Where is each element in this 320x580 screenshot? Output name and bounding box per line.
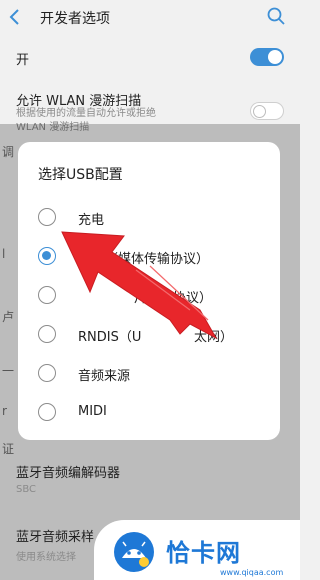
toggle-knob (268, 50, 282, 64)
bt-sample-label: 蓝牙音频采样 (16, 530, 95, 545)
android-logo-icon (114, 532, 154, 572)
toggle-knob (253, 104, 266, 118)
watermark-brand: 恰卡网 (166, 539, 241, 567)
watermark-url: www.qiqaa.com (220, 568, 284, 577)
dialog-title: 选择USB配置 (38, 167, 123, 183)
partial-text: 一 (2, 364, 15, 378)
partial-text: 卢 (2, 310, 15, 324)
radio-button[interactable] (38, 364, 56, 382)
bt-sample-sub: 使用系统选择 (16, 552, 76, 563)
usb-option-midi[interactable]: MIDI (18, 395, 280, 431)
radio-button[interactable] (38, 403, 56, 421)
chevron-left-icon[interactable] (8, 9, 22, 25)
page-title: 开发者选项 (40, 11, 110, 27)
partial-text: 调 (2, 145, 15, 159)
partial-text: l (2, 247, 6, 261)
top-bar: 开发者选项 (0, 0, 300, 34)
partial-text: r (2, 404, 7, 418)
master-toggle-label: 开 (16, 53, 30, 68)
wlan-roaming-sub-1: 根据使用的流量自动允许或拒绝 (16, 108, 156, 119)
red-arrow-annotation (61, 231, 218, 340)
bt-codec-label: 蓝牙音频编解码器 (16, 466, 121, 481)
option-label: MIDI (78, 404, 107, 419)
watermark: 恰卡网 www.qiqaa.com (94, 520, 300, 580)
search-icon[interactable] (266, 6, 286, 26)
partial-text: 证 (2, 442, 15, 456)
option-label: 音频来源 (78, 369, 131, 384)
usb-option-audio-source[interactable]: 音频来源 (18, 356, 280, 392)
master-toggle[interactable] (250, 48, 284, 66)
wlan-roaming-toggle[interactable] (250, 102, 284, 120)
bt-codec-value: SBC (16, 484, 37, 495)
